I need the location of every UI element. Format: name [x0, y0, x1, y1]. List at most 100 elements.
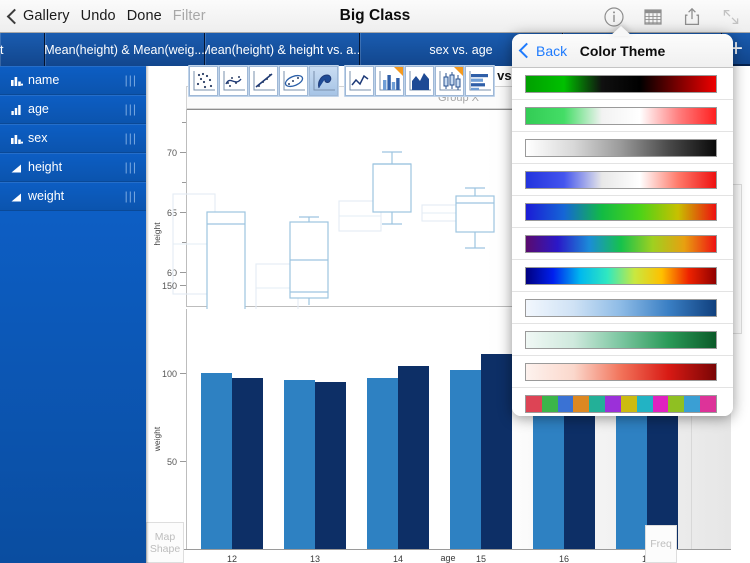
color-theme-row[interactable]	[512, 388, 733, 416]
color-theme-swatch-white-green[interactable]	[525, 330, 717, 349]
color-theme-row[interactable]	[512, 100, 733, 132]
gallery-back-button[interactable]: Gallery	[6, 8, 70, 24]
horizontal-bar-icon[interactable]	[465, 66, 494, 96]
area-chart-icon[interactable]	[405, 66, 434, 96]
svg-text:65: 65	[167, 208, 177, 218]
modifier-flag-icon	[394, 67, 403, 76]
color-theme-swatch-green-black-red[interactable]	[525, 74, 717, 93]
drag-grip-icon[interactable]: |||	[125, 131, 137, 145]
ellipse-plot-icon[interactable]	[279, 66, 308, 96]
nominal-variable-icon	[11, 76, 23, 86]
app-root: Gallery Undo Done Filter Big Class t Mea…	[0, 0, 750, 563]
variable-label: age	[28, 102, 49, 116]
svg-text:height: height	[152, 222, 162, 246]
color-theme-row[interactable]	[512, 324, 733, 356]
gallery-label: Gallery	[23, 8, 70, 24]
svg-text:50: 50	[167, 457, 177, 467]
undo-button[interactable]: Undo	[81, 8, 116, 24]
freq-label: Freq	[650, 538, 672, 550]
palette-cell	[684, 395, 701, 412]
color-theme-popover: Back Color Theme	[512, 34, 733, 416]
color-theme-row[interactable]	[512, 228, 733, 260]
line-chart-icon[interactable]	[345, 66, 374, 96]
color-theme-row[interactable]	[512, 68, 733, 100]
popover-header: Back Color Theme	[512, 34, 733, 68]
tab-item-2[interactable]: Mean(height) & height vs. a...	[205, 33, 360, 66]
sidebar-item-sex[interactable]: sex |||	[0, 124, 146, 153]
table-grid-icon[interactable]	[642, 6, 664, 28]
palette-cell	[541, 395, 558, 412]
color-theme-swatch-spectral-rainbow[interactable]	[525, 266, 717, 285]
svg-text:150: 150	[162, 281, 177, 291]
variable-label: height	[28, 160, 63, 174]
done-button[interactable]: Done	[127, 8, 162, 24]
color-theme-row[interactable]	[512, 164, 733, 196]
palette-cell	[652, 395, 669, 412]
popover-back-button[interactable]: Back	[512, 43, 567, 59]
drag-grip-icon[interactable]: |||	[125, 73, 137, 87]
color-theme-swatch-blue-white-red[interactable]	[525, 170, 717, 189]
sidebar-item-name[interactable]: name |||	[0, 66, 146, 95]
palette-cell	[668, 395, 685, 412]
drag-grip-icon[interactable]: |||	[125, 160, 137, 174]
variable-label: name	[28, 73, 60, 87]
map-shape-dropzone[interactable]: Map Shape	[146, 522, 184, 563]
nav-left-group: Gallery Undo Done Filter	[0, 8, 206, 24]
palette-cell	[526, 395, 542, 412]
color-theme-list[interactable]	[512, 68, 733, 416]
filter-button[interactable]: Filter	[173, 8, 206, 24]
color-theme-row[interactable]	[512, 356, 733, 388]
color-theme-swatch-categorical-12[interactable]	[525, 394, 717, 413]
svg-text:60: 60	[167, 268, 177, 278]
drag-grip-icon[interactable]: |||	[125, 189, 137, 203]
scatter-plot-icon[interactable]	[189, 66, 218, 96]
tab-item-1[interactable]: Mean(height) & Mean(weig...	[45, 33, 205, 66]
palette-cell	[573, 395, 590, 412]
regression-line-icon[interactable]	[249, 66, 278, 96]
color-theme-swatch-white-red[interactable]	[525, 362, 717, 381]
svg-text:weight: weight	[152, 426, 162, 452]
continuous-variable-icon	[11, 164, 21, 172]
expand-icon[interactable]	[720, 6, 742, 28]
box-plot-icon[interactable]	[435, 66, 464, 96]
sidebar-item-height[interactable]: height |||	[0, 153, 146, 182]
share-icon[interactable]	[681, 6, 703, 28]
color-theme-row[interactable]	[512, 132, 733, 164]
sidebar-empty-area	[0, 211, 146, 563]
top-navigation-bar: Gallery Undo Done Filter Big Class	[0, 0, 750, 33]
sidebar-item-weight[interactable]: weight |||	[0, 182, 146, 211]
color-theme-row[interactable]	[512, 292, 733, 324]
nominal-variable-icon	[11, 134, 23, 144]
color-theme-swatch-green-white-red[interactable]	[525, 106, 717, 125]
color-theme-swatch-white-blue[interactable]	[525, 298, 717, 317]
tab-item-0[interactable]: t	[0, 33, 45, 66]
palette-cell	[557, 395, 574, 412]
svg-text:100: 100	[162, 369, 177, 379]
color-theme-row[interactable]	[512, 196, 733, 228]
color-theme-swatch-purple-rainbow[interactable]	[525, 234, 717, 253]
color-theme-row[interactable]	[512, 260, 733, 292]
variable-label: sex	[28, 131, 48, 145]
bar-chart-icon[interactable]	[375, 66, 404, 96]
palette-cell	[700, 395, 716, 412]
freq-dropzone[interactable]: Freq	[645, 525, 677, 563]
svg-text:70: 70	[167, 148, 177, 158]
variable-sidebar: name ||| age ||| sex ||| height ||| weig…	[0, 66, 146, 563]
drag-grip-icon[interactable]: |||	[125, 102, 137, 116]
back-chevron-icon	[6, 8, 23, 24]
sidebar-item-age[interactable]: age |||	[0, 95, 146, 124]
variable-label: weight	[28, 189, 65, 203]
map-shape-line2: Shape	[149, 542, 181, 555]
continuous-variable-icon	[11, 193, 21, 201]
contour-plot-icon[interactable]	[309, 66, 338, 96]
back-chevron-icon	[518, 42, 535, 59]
palette-cell	[620, 395, 637, 412]
color-theme-swatch-blue-green-red[interactable]	[525, 202, 717, 221]
smoother-plot-icon[interactable]	[219, 66, 248, 96]
color-theme-swatch-white-black[interactable]	[525, 138, 717, 157]
info-icon[interactable]	[603, 6, 625, 28]
palette-cell	[589, 395, 606, 412]
map-shape-line1: Map	[154, 530, 176, 543]
palette-cell	[605, 395, 621, 412]
palette-cell	[636, 395, 653, 412]
